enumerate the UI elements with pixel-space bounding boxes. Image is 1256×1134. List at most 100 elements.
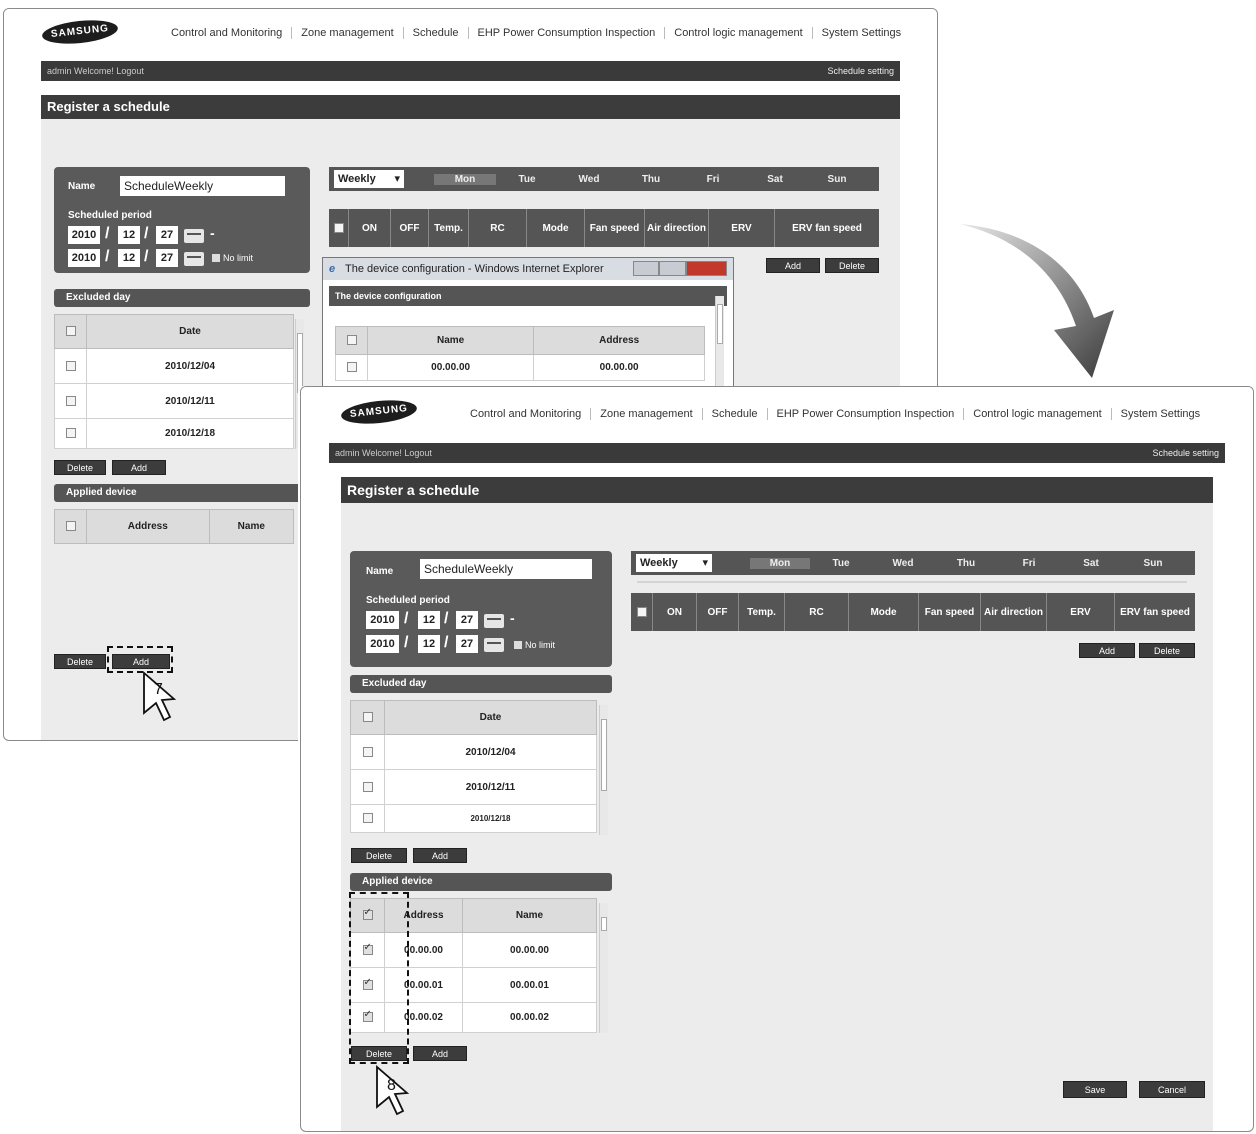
- select-all-checkbox[interactable]: [65, 326, 76, 337]
- page-title: Register a schedule: [41, 95, 900, 119]
- start-month[interactable]: 12: [118, 226, 140, 244]
- select-all-checkbox[interactable]: [636, 607, 647, 617]
- page-title: Register a schedule: [341, 477, 1213, 503]
- day-sat[interactable]: Sat: [744, 174, 806, 185]
- start-day[interactable]: 27: [156, 226, 178, 244]
- day-fri[interactable]: Fri: [998, 558, 1060, 569]
- top-navigation: SAMSUNG Control and Monitoring Zone mana…: [301, 387, 1253, 433]
- excluded-add-button[interactable]: Add: [413, 848, 467, 863]
- start-year[interactable]: 2010: [68, 226, 100, 244]
- day-sun[interactable]: Sun: [806, 174, 868, 185]
- transition-arrow-icon: [960, 224, 1114, 378]
- cancel-button[interactable]: Cancel: [1139, 1081, 1205, 1098]
- table-row: 2010/12/04: [54, 348, 294, 384]
- end-month[interactable]: 12: [418, 635, 440, 653]
- end-month[interactable]: 12: [118, 249, 140, 267]
- close-icon[interactable]: [685, 261, 727, 276]
- maximize-icon[interactable]: [659, 261, 686, 276]
- day-sat[interactable]: Sat: [1060, 558, 1122, 569]
- calendar-icon[interactable]: [184, 229, 204, 243]
- row-checkbox[interactable]: [362, 746, 373, 757]
- menu-schedule[interactable]: Schedule: [404, 27, 469, 39]
- day-tue[interactable]: Tue: [496, 174, 558, 185]
- schedule-add-button[interactable]: Add: [1079, 643, 1135, 658]
- end-day[interactable]: 27: [156, 249, 178, 267]
- end-year[interactable]: 2010: [68, 249, 100, 267]
- pointer-cursor-icon: [376, 1065, 410, 1116]
- scrollbar[interactable]: [599, 903, 608, 1033]
- menu-zone-management[interactable]: Zone management: [292, 27, 404, 39]
- table-row: 00.00.0000.00.00: [335, 354, 705, 381]
- day-wed[interactable]: Wed: [558, 174, 620, 185]
- scrollbar[interactable]: [599, 705, 608, 835]
- start-day[interactable]: 27: [456, 611, 478, 629]
- menu-schedule[interactable]: Schedule: [703, 408, 768, 420]
- day-thu[interactable]: Thu: [620, 174, 682, 185]
- name-input[interactable]: ScheduleWeekly: [420, 559, 592, 579]
- period-label: Scheduled period: [68, 210, 152, 221]
- no-limit-checkbox[interactable]: No limit: [514, 640, 555, 650]
- excluded-delete-button[interactable]: Delete: [351, 848, 407, 863]
- col-date: Date: [86, 314, 294, 349]
- menu-control-monitoring[interactable]: Control and Monitoring: [162, 27, 293, 39]
- col-name: Name: [208, 509, 295, 544]
- select-all-checkbox[interactable]: [333, 223, 344, 233]
- day-fri[interactable]: Fri: [682, 174, 744, 185]
- applied-delete-button[interactable]: Delete: [54, 654, 106, 669]
- repeat-select[interactable]: Weekly: [636, 554, 712, 572]
- repeat-select[interactable]: Weekly: [334, 170, 404, 188]
- menu-ehp-power[interactable]: EHP Power Consumption Inspection: [768, 408, 965, 420]
- select-all-checkbox[interactable]: [362, 712, 373, 723]
- schedule-add-button[interactable]: Add: [766, 258, 820, 273]
- row-checkbox[interactable]: [362, 813, 373, 824]
- end-day[interactable]: 27: [456, 635, 478, 653]
- select-all-checkbox[interactable]: [65, 521, 76, 532]
- name-label: Name: [68, 181, 96, 192]
- menu-control-logic[interactable]: Control logic management: [964, 408, 1112, 420]
- table-row: 2010/12/11: [54, 383, 294, 419]
- excluded-day-header: Excluded day: [54, 289, 310, 307]
- applied-device-table: Address Name: [54, 509, 295, 544]
- day-sun[interactable]: Sun: [1122, 558, 1184, 569]
- schedule-delete-button[interactable]: Delete: [1139, 643, 1195, 658]
- start-month[interactable]: 12: [418, 611, 440, 629]
- name-label: Name: [366, 566, 394, 577]
- scrollbar[interactable]: [715, 296, 724, 396]
- menu-ehp-power[interactable]: EHP Power Consumption Inspection: [469, 27, 666, 39]
- calendar-icon[interactable]: [484, 638, 504, 652]
- menu-system-settings[interactable]: System Settings: [813, 27, 910, 39]
- row-checkbox[interactable]: [362, 781, 373, 792]
- save-button[interactable]: Save: [1063, 1081, 1127, 1098]
- no-limit-checkbox[interactable]: No limit: [212, 253, 253, 263]
- day-tue[interactable]: Tue: [810, 558, 872, 569]
- row-checkbox[interactable]: [346, 362, 357, 373]
- day-mon[interactable]: Mon: [750, 557, 810, 569]
- select-all-checkbox[interactable]: [346, 335, 357, 346]
- popup-subtitle: The device configuration: [329, 286, 727, 306]
- welcome-text: admin Welcome! Logout: [335, 448, 432, 458]
- excluded-delete-button[interactable]: Delete: [54, 460, 106, 475]
- day-mon[interactable]: Mon: [434, 173, 496, 185]
- name-input[interactable]: ScheduleWeekly: [120, 176, 285, 196]
- row-checkbox[interactable]: [65, 395, 76, 406]
- end-year[interactable]: 2010: [366, 635, 399, 653]
- calendar-icon[interactable]: [184, 252, 204, 266]
- calendar-icon[interactable]: [484, 614, 504, 628]
- schedule-delete-button[interactable]: Delete: [825, 258, 879, 273]
- table-row: 2010/12/11: [350, 769, 597, 805]
- menu-system-settings[interactable]: System Settings: [1112, 408, 1209, 420]
- minimize-icon[interactable]: [633, 261, 660, 276]
- start-year[interactable]: 2010: [366, 611, 399, 629]
- day-wed[interactable]: Wed: [872, 558, 934, 569]
- menu-control-monitoring[interactable]: Control and Monitoring: [461, 408, 592, 420]
- divider: [637, 581, 1187, 583]
- row-checkbox[interactable]: [65, 360, 76, 371]
- menu-zone-management[interactable]: Zone management: [591, 408, 703, 420]
- applied-add-button[interactable]: Add: [413, 1046, 467, 1061]
- schedule-info-box: Name ScheduleWeekly Scheduled period 201…: [350, 551, 612, 667]
- row-checkbox[interactable]: [65, 428, 76, 439]
- day-thu[interactable]: Thu: [934, 558, 998, 569]
- excluded-add-button[interactable]: Add: [112, 460, 166, 475]
- menu-control-logic[interactable]: Control logic management: [665, 27, 813, 39]
- col-address: Address: [86, 509, 210, 544]
